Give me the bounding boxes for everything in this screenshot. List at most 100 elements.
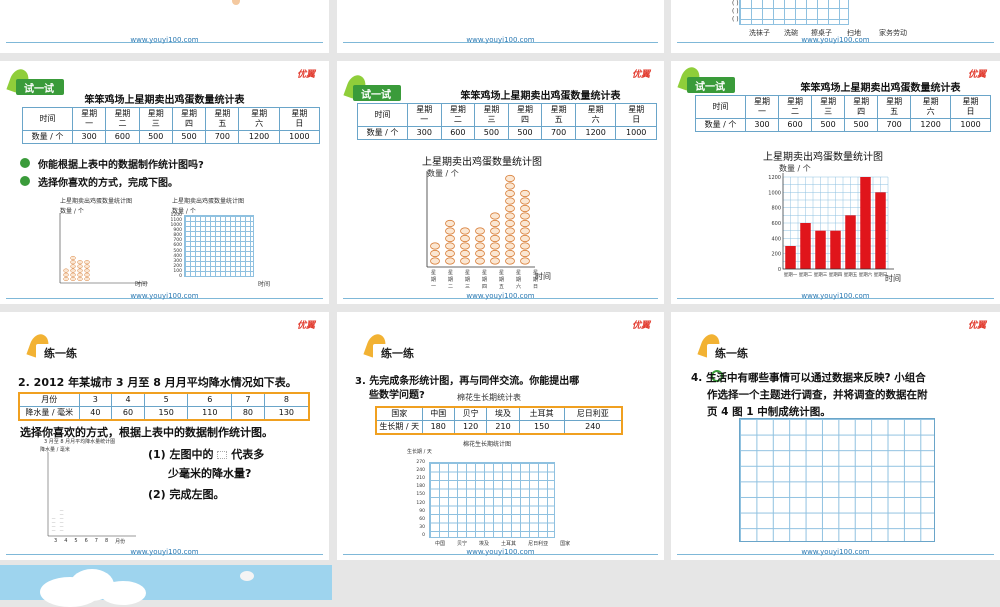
egg-mark [63, 268, 69, 273]
egg-mark [84, 268, 90, 273]
footer-url[interactable]: www.youyi100.com [671, 36, 1000, 44]
slide-4[interactable]: 优翼 试一试 笨笨鸡场上星期卖出鸡蛋数量统计表 时间 星期一 星期二 星期三 星… [0, 61, 329, 304]
y-tick-label: 600 [771, 221, 781, 227]
cloud-shape [240, 571, 254, 581]
egg-table: 时间 星期一 星期二 星期三 星期四 星期五 星期六 星期日 数量 / 个 30… [357, 103, 657, 140]
blank-grid[interactable] [184, 215, 254, 277]
egg-mark [460, 227, 470, 235]
egg-mark [490, 219, 500, 228]
egg-mark [490, 227, 500, 235]
bar [860, 177, 871, 269]
mini-x-ticks: 3 4 5 6 7 8 月份 [54, 538, 126, 545]
x-tick-label: 星期一 [784, 272, 798, 278]
mini-y-ticks: 1200 1100 1000 900 800 700 600 500 400 300 200 100 0 [170, 213, 182, 279]
footer-url[interactable]: www.youyi100.com [0, 548, 329, 556]
egg-mark [445, 234, 455, 243]
raindrop-icon [217, 451, 228, 459]
egg-mark [505, 182, 515, 190]
day-cell: 星期三 [138, 107, 173, 131]
rain-mark: ⁀ [51, 518, 56, 523]
footer-url[interactable]: www.youyi100.com [0, 292, 329, 300]
logo: 优翼 [296, 70, 315, 80]
egg-mark [505, 212, 515, 220]
slide-10-sky[interactable] [0, 565, 332, 607]
mini-x-label: 时间 [258, 281, 271, 288]
x-tick-label: 星期五 [844, 272, 858, 278]
chart-title: 上星期卖出鸡蛋数量统计图 [422, 157, 542, 168]
egg-mark [490, 257, 500, 265]
egg-mark [505, 249, 515, 258]
question: 2. 2012 年某城市 3 月至 8 月月平均降水情况如下表。 [18, 376, 297, 389]
egg-mark [520, 234, 530, 243]
chart-grid [739, 0, 849, 25]
value-cell: 300 [71, 130, 107, 144]
egg-mark [520, 227, 530, 235]
egg-mark [520, 249, 530, 258]
tick-label: ( ) [732, 16, 739, 23]
egg-mark [505, 257, 515, 265]
slide-8[interactable]: 优翼 练一练 3. 先完成条形统计图，再与同伴交流。你能提出哪 些数学问题? 棉… [337, 312, 664, 560]
egg-mark [505, 197, 515, 205]
egg-pictograph-chart [426, 171, 535, 268]
egg-mark [445, 257, 455, 265]
slide-3[interactable]: ( ) ( ) ( ) 洗袜子 洗碗 擦桌子 扫地 家务劳动 www.youyi… [671, 0, 1000, 53]
blank-grid[interactable] [739, 418, 935, 542]
egg-mark [430, 249, 440, 258]
table-title: 笨笨鸡场上星期卖出鸡蛋数量统计表 [460, 91, 621, 102]
slide-7[interactable]: 优翼 练一练 2. 2012 年某城市 3 月至 8 月月平均降水情况如下表。 … [0, 312, 329, 560]
pencil-icon [232, 0, 240, 5]
sub-question-1: (1) 左图中的 代表多 [148, 448, 265, 461]
egg-mark [490, 242, 500, 250]
footer-url[interactable]: www.youyi100.com [671, 548, 1000, 556]
question-2: 选择你喜欢的方式，完成下图。 [38, 178, 178, 189]
question-line-3: 页 4 图 1 中制成统计图。 [707, 406, 831, 418]
egg-mark [77, 268, 83, 273]
mini-x-label: 时间 [135, 281, 148, 288]
slide-5[interactable]: 优翼 试一试 笨笨鸡场上星期卖出鸡蛋数量统计表 时间 星期一 星期二 星期三 星… [337, 61, 664, 304]
y-tick-label: 200 [771, 252, 781, 258]
y-tick-label: 800 [771, 206, 781, 212]
slide-2[interactable]: www.youyi100.com [337, 0, 664, 53]
table-title: 棉花生长期统计表 [457, 393, 521, 402]
badge-practice: 练一练 [26, 331, 86, 361]
badge-practice: 练一练 [697, 331, 757, 361]
slide-1[interactable]: www.youyi100.com [0, 0, 329, 53]
badge-label: 练一练 [44, 347, 77, 360]
blank-grid[interactable] [429, 462, 555, 538]
footer-url[interactable]: www.youyi100.com [0, 36, 329, 44]
egg-mark [70, 272, 76, 277]
tick-label: ( ) [732, 8, 739, 15]
footer-url[interactable]: www.youyi100.com [337, 548, 664, 556]
x-axis-label: 时间 [535, 272, 551, 281]
egg-mark [70, 264, 76, 269]
value-cell: 500 [138, 130, 173, 144]
footer-url[interactable]: www.youyi100.com [337, 36, 664, 44]
footer-url[interactable]: www.youyi100.com [671, 292, 1000, 300]
egg-mark [460, 242, 470, 250]
egg-mark [84, 276, 90, 282]
badge-practice: 练一练 [363, 331, 423, 361]
bullet-icon [20, 176, 30, 186]
egg-mark [475, 257, 485, 265]
header-cell: 时间 [357, 103, 408, 127]
slide-9[interactable]: 优翼 练一练 4. 生活中有哪些事情可以通过数据来反映? 小组合 作选择一个主题… [671, 312, 1000, 560]
egg-mark [520, 212, 530, 220]
footer-url[interactable]: www.youyi100.com [337, 292, 664, 300]
egg-mark [505, 242, 515, 250]
question-line-1: 4. 生活中有哪些事情可以通过数据来反映? 小组合 [691, 372, 926, 384]
day-cell: 星期二 [105, 107, 140, 131]
egg-mark [505, 189, 515, 198]
egg-mark [77, 272, 83, 277]
egg-mark [77, 276, 83, 282]
egg-mark [490, 212, 500, 220]
tick-label: ( ) [732, 0, 739, 7]
x-tick-labels: 星期一 星期二 星期三 星期四 星期五 星期六 星期日 [431, 270, 539, 290]
question-1: 你能根据上表中的数据制作统计图吗? [38, 160, 204, 171]
egg-mark [460, 257, 470, 265]
bar [830, 230, 841, 269]
bar [875, 192, 886, 269]
slide-6[interactable]: 优翼 试一试 笨笨鸡场上星期卖出鸡蛋数量统计表 时间 星期一 星期二 星期三 星… [671, 61, 1000, 304]
egg-mark [475, 234, 485, 243]
y-ticks: 270 240 210 180 150 120 90 60 30 0 [416, 460, 425, 538]
table-title: 笨笨鸡场上星期卖出鸡蛋数量统计表 [84, 95, 245, 106]
